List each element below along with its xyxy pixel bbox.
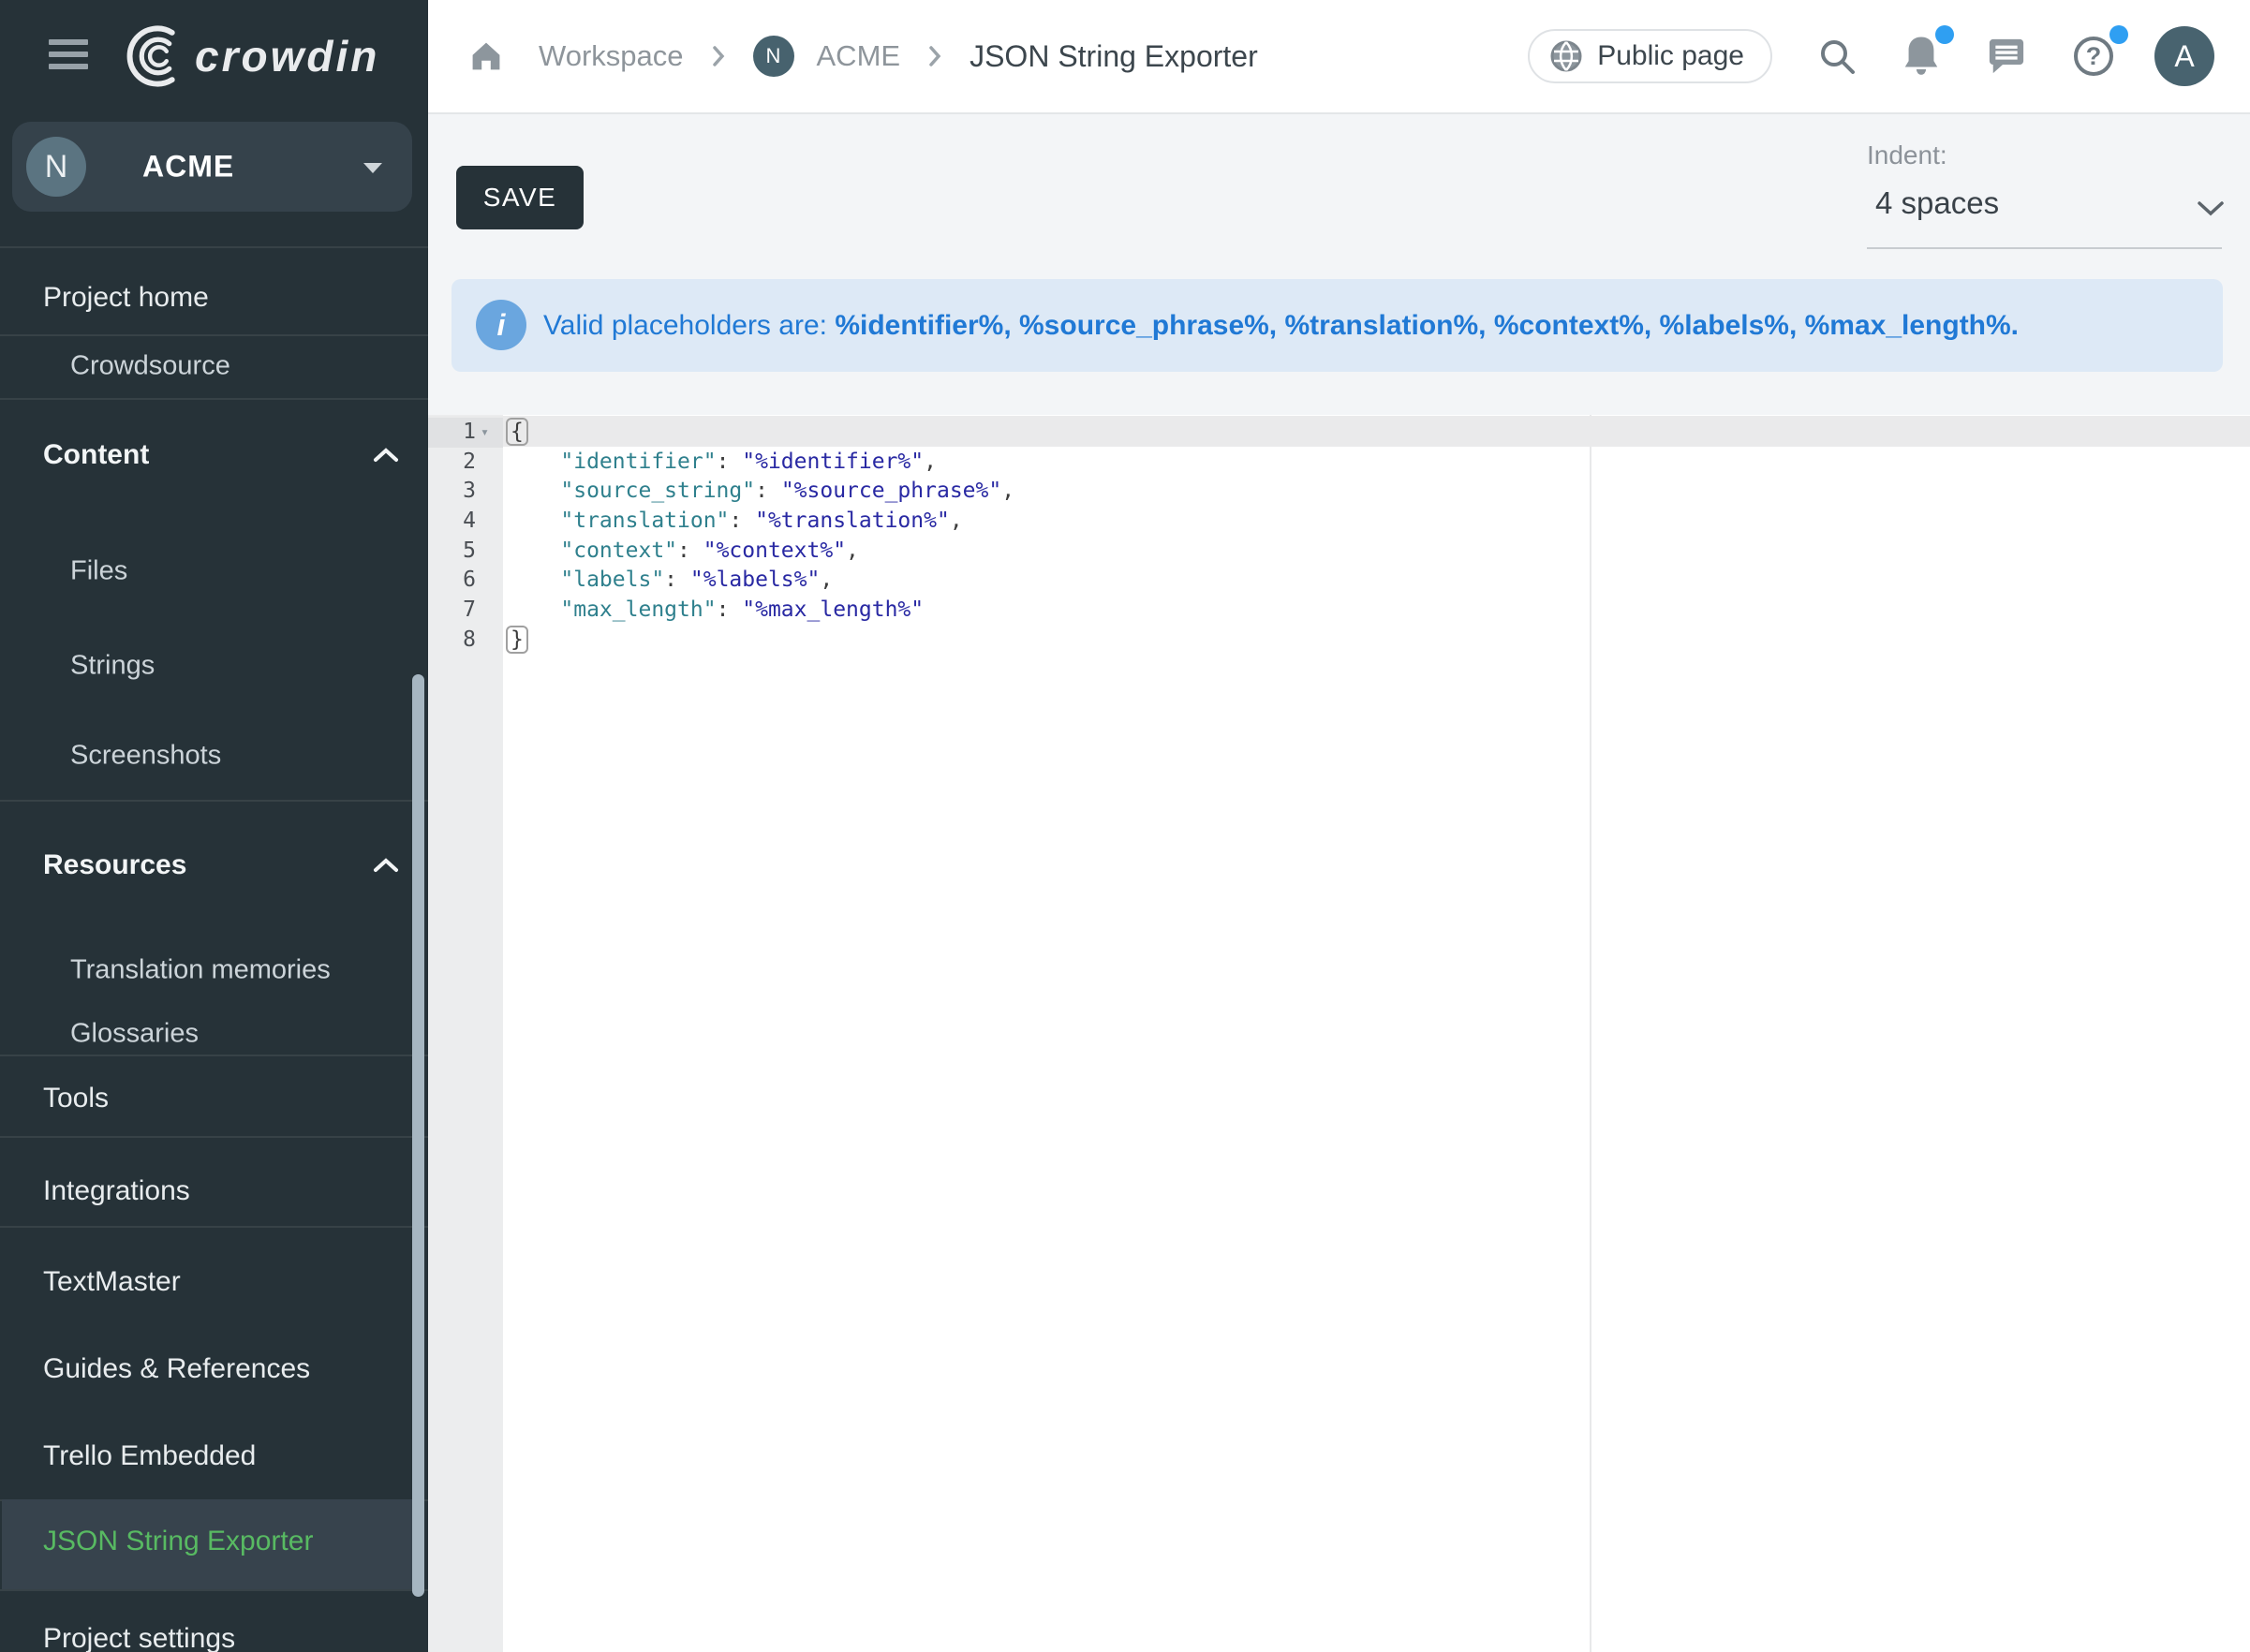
- code-line[interactable]: "max_length": "%max_length%": [509, 596, 1014, 626]
- help-badge: [2109, 25, 2128, 44]
- banner-intro: Valid placeholders are:: [543, 310, 827, 341]
- sidebar-item-trello-embedded[interactable]: Trello Embedded: [43, 1440, 256, 1472]
- svg-text:?: ?: [2086, 42, 2102, 70]
- help-button[interactable]: ?: [2072, 35, 2115, 78]
- topbar: Workspace N ACME JSON String Exporter: [428, 0, 2250, 114]
- org-avatar: N: [26, 137, 86, 197]
- sidebar-section-resources[interactable]: Resources: [43, 849, 186, 881]
- sidebar-item-files[interactable]: Files: [70, 556, 127, 587]
- sidebar-item-glossaries[interactable]: Glossaries: [70, 1019, 199, 1050]
- sidebar-item-project-settings[interactable]: Project settings: [43, 1623, 235, 1652]
- code-line[interactable]: "labels": "%labels%",: [509, 566, 1014, 596]
- hamburger-menu-icon[interactable]: [49, 39, 88, 75]
- editor-print-margin: [1590, 415, 1591, 1652]
- sidebar-item-project-home[interactable]: Project home: [43, 282, 209, 314]
- sidebar-scrollbar[interactable]: [412, 674, 424, 1597]
- code-line[interactable]: "identifier": "%identifier%",: [509, 448, 1014, 478]
- sidebar-item-json-string-exporter[interactable]: JSON String Exporter: [43, 1526, 313, 1557]
- line-number[interactable]: 5: [428, 537, 476, 567]
- crowdin-logo-icon: [118, 21, 187, 92]
- code-line[interactable]: }: [509, 626, 1014, 656]
- breadcrumb-workspace[interactable]: Workspace: [539, 39, 684, 73]
- messages-button[interactable]: [1986, 37, 2027, 76]
- json-string-exporter-page: crowdin N ACME Project home Crowdsource …: [0, 0, 2250, 1652]
- divider: [0, 1589, 428, 1591]
- globe-icon: [1548, 38, 1584, 74]
- sidebar-item-screenshots[interactable]: Screenshots: [70, 741, 221, 772]
- code-line[interactable]: {: [509, 418, 1014, 448]
- indent-label: Indent:: [1867, 140, 1947, 170]
- page-title: JSON String Exporter: [970, 39, 1258, 74]
- indent-select[interactable]: 4 spaces: [1875, 185, 1999, 221]
- divider: [0, 1136, 428, 1138]
- sidebar-item-strings[interactable]: Strings: [70, 651, 155, 682]
- public-page-label: Public page: [1597, 40, 1744, 72]
- sidebar-section-content[interactable]: Content: [43, 439, 149, 471]
- sidebar-item-translation-memories[interactable]: Translation memories: [70, 955, 331, 986]
- code-content[interactable]: { "identifier": "%identifier%", "source_…: [509, 418, 1014, 656]
- sidebar-item-integrations[interactable]: Integrations: [43, 1175, 190, 1207]
- notification-badge: [1935, 25, 1954, 44]
- org-selector[interactable]: N ACME: [12, 122, 412, 212]
- chevron-down-icon: [363, 163, 382, 173]
- crowdin-logo-text: crowdin: [195, 31, 379, 81]
- sidebar-item-tools[interactable]: Tools: [43, 1083, 109, 1114]
- code-editor[interactable]: 1▾2345678 { "identifier": "%identifier%"…: [428, 415, 2250, 1652]
- chevron-up-icon[interactable]: [373, 858, 399, 873]
- line-number[interactable]: 6: [428, 566, 476, 596]
- line-number[interactable]: 7: [428, 596, 476, 626]
- topbar-actions: Public page: [1528, 26, 2214, 86]
- banner-placeholders: %identifier%, %source_phrase%, %translat…: [835, 310, 2019, 341]
- line-number[interactable]: 2: [428, 448, 476, 478]
- sidebar-item-crowdsource[interactable]: Crowdsource: [70, 351, 230, 382]
- breadcrumb: Workspace N ACME JSON String Exporter: [467, 36, 1258, 77]
- code-line[interactable]: "translation": "%translation%",: [509, 507, 1014, 537]
- breadcrumb-org[interactable]: ACME: [817, 39, 901, 73]
- crowdin-logo[interactable]: crowdin: [118, 21, 379, 92]
- code-line[interactable]: "context": "%context%",: [509, 537, 1014, 567]
- sidebar: crowdin N ACME Project home Crowdsource …: [0, 0, 428, 1652]
- divider: [0, 1055, 428, 1056]
- chevron-right-icon: [928, 45, 941, 67]
- user-avatar[interactable]: A: [2154, 26, 2214, 86]
- notifications-button[interactable]: [1902, 35, 1941, 78]
- line-number[interactable]: 3: [428, 477, 476, 507]
- info-icon: i: [476, 300, 526, 350]
- sidebar-item-textmaster[interactable]: TextMaster: [43, 1266, 181, 1298]
- sidebar-header: crowdin: [0, 0, 428, 114]
- public-page-button[interactable]: Public page: [1528, 29, 1772, 83]
- divider: [0, 246, 428, 248]
- org-name: ACME: [142, 150, 234, 184]
- divider: [0, 800, 428, 802]
- banner-text: Valid placeholders are: %identifier%, %s…: [543, 310, 2019, 342]
- divider: [0, 1226, 428, 1228]
- chevron-down-icon[interactable]: [2197, 200, 2225, 217]
- chevron-up-icon[interactable]: [373, 448, 399, 463]
- code-line[interactable]: "source_string": "%source_phrase%",: [509, 477, 1014, 507]
- info-banner: i Valid placeholders are: %identifier%, …: [451, 279, 2223, 372]
- sidebar-item-guides-references[interactable]: Guides & References: [43, 1353, 310, 1385]
- search-button[interactable]: [1817, 37, 1857, 76]
- chevron-right-icon: [712, 45, 725, 67]
- line-number[interactable]: 1: [428, 418, 476, 448]
- indent-select-underline: [1867, 247, 2222, 249]
- line-number[interactable]: 8: [428, 626, 476, 656]
- divider: [0, 398, 428, 400]
- divider: [0, 334, 428, 336]
- content-toolbar-area: SAVE Indent: 4 spaces i Valid placeholde…: [428, 114, 2250, 415]
- home-icon[interactable]: [467, 39, 505, 73]
- line-number-gutter: 1▾2345678: [428, 418, 503, 656]
- line-number[interactable]: 4: [428, 507, 476, 537]
- breadcrumb-org-avatar[interactable]: N: [753, 36, 794, 77]
- save-button[interactable]: SAVE: [456, 166, 584, 229]
- fold-caret-icon[interactable]: ▾: [481, 418, 489, 448]
